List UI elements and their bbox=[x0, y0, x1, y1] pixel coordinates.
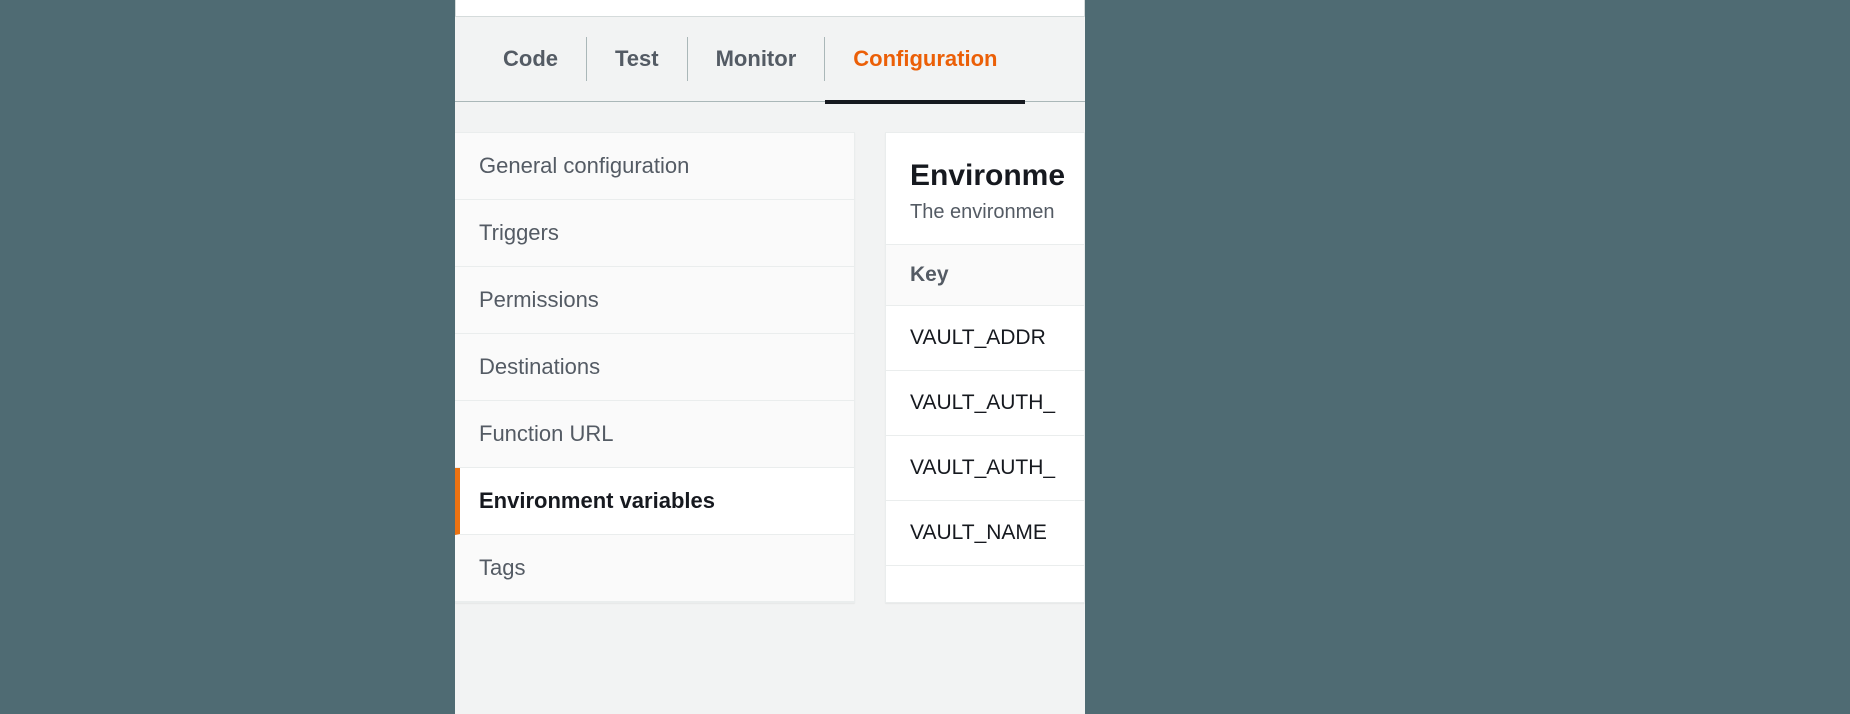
sidebar-item-label: Function URL bbox=[479, 421, 614, 446]
app-viewport: Code Test Monitor Configuration General … bbox=[455, 0, 1085, 714]
sidebar-item-function-url[interactable]: Function URL bbox=[455, 401, 854, 468]
env-var-key: VAULT_ADDR bbox=[910, 326, 1046, 349]
table-header-key: Key bbox=[886, 244, 1084, 306]
sidebar-item-label: Permissions bbox=[479, 287, 599, 312]
sidebar-item-general-configuration[interactable]: General configuration bbox=[455, 133, 854, 200]
panel-description: The environmen bbox=[910, 201, 1060, 224]
env-var-key: VAULT_AUTH_ bbox=[910, 391, 1055, 414]
tab-label: Test bbox=[615, 46, 659, 72]
sidebar-item-label: Destinations bbox=[479, 354, 600, 379]
table-row: VAULT_AUTH_ bbox=[886, 371, 1084, 436]
tab-label: Monitor bbox=[716, 46, 797, 72]
tab-code[interactable]: Code bbox=[475, 35, 586, 83]
env-var-key: VAULT_AUTH_ bbox=[910, 456, 1055, 479]
sidebar-item-destinations[interactable]: Destinations bbox=[455, 334, 854, 401]
table-row: VAULT_AUTH_ bbox=[886, 436, 1084, 501]
tab-monitor[interactable]: Monitor bbox=[688, 35, 825, 83]
table-row: VAULT_ADDR bbox=[886, 306, 1084, 371]
sidebar-item-permissions[interactable]: Permissions bbox=[455, 267, 854, 334]
tab-label: Code bbox=[503, 46, 558, 72]
sidebar-item-environment-variables[interactable]: Environment variables bbox=[455, 468, 854, 535]
tab-label: Configuration bbox=[853, 46, 997, 72]
sidebar-item-label: Tags bbox=[479, 555, 525, 580]
sidebar-item-label: Environment variables bbox=[479, 488, 715, 513]
panel-title: Environme bbox=[910, 159, 1060, 193]
tab-bar: Code Test Monitor Configuration bbox=[455, 17, 1085, 102]
content-area: General configuration Triggers Permissio… bbox=[455, 102, 1085, 603]
sidebar-item-label: General configuration bbox=[479, 153, 689, 178]
tab-configuration[interactable]: Configuration bbox=[825, 35, 1025, 83]
tab-test[interactable]: Test bbox=[587, 35, 687, 83]
sidebar-item-triggers[interactable]: Triggers bbox=[455, 200, 854, 267]
top-bar bbox=[455, 0, 1085, 17]
table-row: VAULT_NAME bbox=[886, 501, 1084, 566]
sidebar-item-label: Triggers bbox=[479, 220, 559, 245]
sidebar-item-tags[interactable]: Tags bbox=[455, 535, 854, 602]
environment-variables-panel: Environme The environmen Key VAULT_ADDR … bbox=[885, 132, 1085, 603]
env-var-key: VAULT_NAME bbox=[910, 521, 1047, 544]
config-sidebar: General configuration Triggers Permissio… bbox=[455, 132, 855, 603]
panel-header: Environme The environmen bbox=[886, 133, 1084, 244]
